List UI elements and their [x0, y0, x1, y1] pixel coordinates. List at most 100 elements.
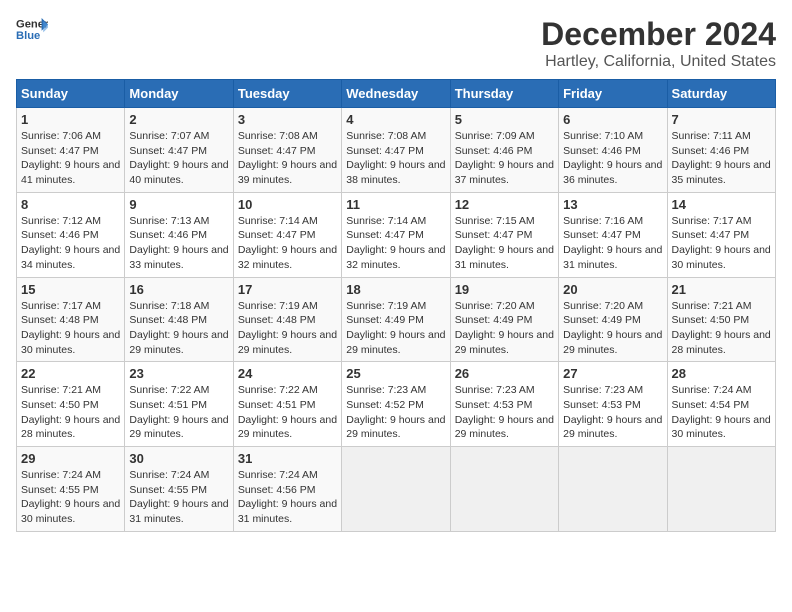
- weekday-header-sunday: Sunday: [17, 80, 125, 108]
- day-number: 26: [455, 366, 554, 381]
- weekday-header-monday: Monday: [125, 80, 233, 108]
- day-info: Sunrise: 7:11 AMSunset: 4:46 PMDaylight:…: [672, 129, 771, 188]
- weekday-header-saturday: Saturday: [667, 80, 775, 108]
- day-info: Sunrise: 7:18 AMSunset: 4:48 PMDaylight:…: [129, 299, 228, 358]
- day-number: 7: [672, 112, 771, 127]
- calendar-cell: 15 Sunrise: 7:17 AMSunset: 4:48 PMDayligh…: [17, 277, 125, 362]
- day-info: Sunrise: 7:23 AMSunset: 4:53 PMDaylight:…: [455, 383, 554, 442]
- day-number: 9: [129, 197, 228, 212]
- day-number: 29: [21, 451, 120, 466]
- calendar-cell: 22 Sunrise: 7:21 AMSunset: 4:50 PMDayligh…: [17, 362, 125, 447]
- day-number: 5: [455, 112, 554, 127]
- day-number: 28: [672, 366, 771, 381]
- title-area: December 2024 Hartley, California, Unite…: [541, 16, 776, 71]
- calendar-week-5: 29 Sunrise: 7:24 AMSunset: 4:55 PMDayligh…: [17, 447, 776, 532]
- calendar-cell: 4 Sunrise: 7:08 AMSunset: 4:47 PMDaylight…: [342, 108, 450, 193]
- day-number: 31: [238, 451, 337, 466]
- calendar-cell: 14 Sunrise: 7:17 AMSunset: 4:47 PMDayligh…: [667, 192, 775, 277]
- day-info: Sunrise: 7:08 AMSunset: 4:47 PMDaylight:…: [346, 129, 445, 188]
- day-number: 27: [563, 366, 662, 381]
- calendar-cell: 1 Sunrise: 7:06 AMSunset: 4:47 PMDaylight…: [17, 108, 125, 193]
- calendar-cell: 28 Sunrise: 7:24 AMSunset: 4:54 PMDayligh…: [667, 362, 775, 447]
- day-info: Sunrise: 7:23 AMSunset: 4:53 PMDaylight:…: [563, 383, 662, 442]
- weekday-header-wednesday: Wednesday: [342, 80, 450, 108]
- calendar-cell: [667, 447, 775, 532]
- day-number: 13: [563, 197, 662, 212]
- calendar-cell: 29Sunrise: 7:24 AMSunset: 4:55 PMDayligh…: [17, 447, 125, 532]
- day-number: 14: [672, 197, 771, 212]
- calendar-cell: 20Sunrise: 7:20 AMSunset: 4:49 PMDayligh…: [559, 277, 667, 362]
- calendar-week-2: 8Sunrise: 7:12 AMSunset: 4:46 PMDaylight…: [17, 192, 776, 277]
- day-number: 30: [129, 451, 228, 466]
- subtitle: Hartley, California, United States: [541, 53, 776, 71]
- day-info: Sunrise: 7:10 AMSunset: 4:46 PMDaylight:…: [563, 129, 662, 188]
- day-number: 23: [129, 366, 228, 381]
- day-info: Sunrise: 7:16 AMSunset: 4:47 PMDaylight:…: [563, 214, 662, 273]
- calendar-cell: 6 Sunrise: 7:10 AMSunset: 4:46 PMDaylight…: [559, 108, 667, 193]
- svg-text:Blue: Blue: [16, 30, 40, 42]
- day-info: Sunrise: 7:19 AMSunset: 4:49 PMDaylight:…: [346, 299, 445, 358]
- calendar-cell: 12Sunrise: 7:15 AMSunset: 4:47 PMDayligh…: [450, 192, 558, 277]
- calendar-cell: 30 Sunrise: 7:24 AMSunset: 4:55 PMDayligh…: [125, 447, 233, 532]
- day-info: Sunrise: 7:14 AMSunset: 4:47 PMDaylight:…: [346, 214, 445, 273]
- calendar-cell: 7 Sunrise: 7:11 AMSunset: 4:46 PMDaylight…: [667, 108, 775, 193]
- calendar-cell: 2Sunrise: 7:07 AMSunset: 4:47 PMDaylight…: [125, 108, 233, 193]
- day-number: 25: [346, 366, 445, 381]
- day-info: Sunrise: 7:20 AMSunset: 4:49 PMDaylight:…: [455, 299, 554, 358]
- calendar-cell: 8Sunrise: 7:12 AMSunset: 4:46 PMDaylight…: [17, 192, 125, 277]
- calendar-cell: [450, 447, 558, 532]
- calendar-cell: 31 Sunrise: 7:24 AMSunset: 4:56 PMDayligh…: [233, 447, 341, 532]
- day-info: Sunrise: 7:24 AMSunset: 4:56 PMDaylight:…: [238, 468, 337, 527]
- day-number: 3: [238, 112, 337, 127]
- calendar-cell: 11 Sunrise: 7:14 AMSunset: 4:47 PMDayligh…: [342, 192, 450, 277]
- day-info: Sunrise: 7:13 AMSunset: 4:46 PMDaylight:…: [129, 214, 228, 273]
- calendar-cell: 5 Sunrise: 7:09 AMSunset: 4:46 PMDaylight…: [450, 108, 558, 193]
- day-number: 20: [563, 282, 662, 297]
- calendar-cell: 24 Sunrise: 7:22 AMSunset: 4:51 PMDayligh…: [233, 362, 341, 447]
- day-info: Sunrise: 7:22 AMSunset: 4:51 PMDaylight:…: [129, 383, 228, 442]
- day-info: Sunrise: 7:17 AMSunset: 4:47 PMDaylight:…: [672, 214, 771, 273]
- day-info: Sunrise: 7:06 AMSunset: 4:47 PMDaylight:…: [21, 129, 120, 188]
- day-info: Sunrise: 7:24 AMSunset: 4:54 PMDaylight:…: [672, 383, 771, 442]
- day-number: 22: [21, 366, 120, 381]
- calendar-cell: 9 Sunrise: 7:13 AMSunset: 4:46 PMDaylight…: [125, 192, 233, 277]
- day-info: Sunrise: 7:12 AMSunset: 4:46 PMDaylight:…: [21, 214, 120, 273]
- calendar-cell: 18 Sunrise: 7:19 AMSunset: 4:49 PMDayligh…: [342, 277, 450, 362]
- header-area: General Blue December 2024 Hartley, Cali…: [16, 16, 776, 71]
- weekday-header-thursday: Thursday: [450, 80, 558, 108]
- calendar-cell: [342, 447, 450, 532]
- day-number: 2: [129, 112, 228, 127]
- day-info: Sunrise: 7:22 AMSunset: 4:51 PMDaylight:…: [238, 383, 337, 442]
- weekday-header-tuesday: Tuesday: [233, 80, 341, 108]
- day-number: 4: [346, 112, 445, 127]
- day-number: 24: [238, 366, 337, 381]
- weekday-header-row: SundayMondayTuesdayWednesdayThursdayFrid…: [17, 80, 776, 108]
- day-info: Sunrise: 7:23 AMSunset: 4:52 PMDaylight:…: [346, 383, 445, 442]
- day-info: Sunrise: 7:21 AMSunset: 4:50 PMDaylight:…: [672, 299, 771, 358]
- day-info: Sunrise: 7:09 AMSunset: 4:46 PMDaylight:…: [455, 129, 554, 188]
- day-info: Sunrise: 7:08 AMSunset: 4:47 PMDaylight:…: [238, 129, 337, 188]
- calendar-cell: 13 Sunrise: 7:16 AMSunset: 4:47 PMDayligh…: [559, 192, 667, 277]
- day-number: 6: [563, 112, 662, 127]
- day-number: 15: [21, 282, 120, 297]
- day-number: 11: [346, 197, 445, 212]
- calendar-cell: 25 Sunrise: 7:23 AMSunset: 4:52 PMDayligh…: [342, 362, 450, 447]
- day-info: Sunrise: 7:21 AMSunset: 4:50 PMDaylight:…: [21, 383, 120, 442]
- weekday-header-friday: Friday: [559, 80, 667, 108]
- day-number: 18: [346, 282, 445, 297]
- calendar-table: SundayMondayTuesdayWednesdayThursdayFrid…: [16, 79, 776, 532]
- day-number: 12: [455, 197, 554, 212]
- day-info: Sunrise: 7:24 AMSunset: 4:55 PMDaylight:…: [129, 468, 228, 527]
- day-info: Sunrise: 7:17 AMSunset: 4:48 PMDaylight:…: [21, 299, 120, 358]
- calendar-cell: 16Sunrise: 7:18 AMSunset: 4:48 PMDayligh…: [125, 277, 233, 362]
- day-number: 19: [455, 282, 554, 297]
- day-number: 1: [21, 112, 120, 127]
- day-number: 21: [672, 282, 771, 297]
- calendar-cell: 10Sunrise: 7:14 AMSunset: 4:47 PMDayligh…: [233, 192, 341, 277]
- calendar-cell: 23 Sunrise: 7:22 AMSunset: 4:51 PMDayligh…: [125, 362, 233, 447]
- day-info: Sunrise: 7:19 AMSunset: 4:48 PMDaylight:…: [238, 299, 337, 358]
- main-title: December 2024: [541, 16, 776, 53]
- calendar-cell: 17 Sunrise: 7:19 AMSunset: 4:48 PMDayligh…: [233, 277, 341, 362]
- calendar-cell: [559, 447, 667, 532]
- day-number: 17: [238, 282, 337, 297]
